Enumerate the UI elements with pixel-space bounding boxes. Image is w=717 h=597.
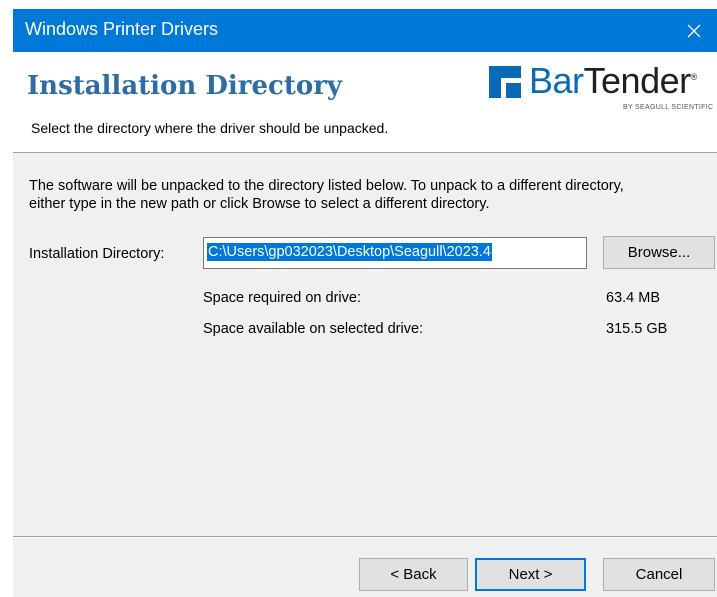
logo-word-tender: Tender [583,60,692,101]
bartender-logo-mark-icon [489,66,521,98]
header-panel: Installation Directory Select the direct… [13,52,717,153]
back-button[interactable]: < Back [359,558,468,591]
window-title: Windows Printer Drivers [25,19,219,39]
logo-wordmark: BarTender® [529,60,697,102]
space-available-label: Space available on selected drive: [203,321,424,337]
next-button[interactable]: Next > [475,558,586,591]
installation-directory-label: Installation Directory: [29,246,165,262]
installer-dialog: Windows Printer Drivers Installation Dir… [13,9,717,597]
close-button[interactable] [671,9,717,52]
page-title: Installation Directory [27,71,342,101]
page-subtitle: Select the directory where the driver sh… [31,120,389,136]
logo-registered-mark: ® [690,72,698,82]
description-line-1: The software will be unpacked to the dir… [29,178,624,194]
space-required-value: 63.4 MB [606,290,660,306]
footer-divider [13,536,717,538]
description-line-2: either type in the new path or click Bro… [29,196,490,212]
title-bar[interactable]: Windows Printer Drivers [13,9,717,52]
space-required-label: Space required on drive: [203,290,361,306]
bartender-logo: BarTender® BY SEAGULL SCIENTIFIC [485,58,717,120]
logo-word-bar: Bar [529,60,584,101]
description-text: The software will be unpacked to the dir… [29,177,717,213]
close-icon [687,24,701,37]
directory-path-selected-text: C:\Users\gp032023\Desktop\Seagull\2023.4 [207,243,492,261]
logo-tagline: BY SEAGULL SCIENTIFIC [623,104,714,111]
cancel-button[interactable]: Cancel [603,558,715,591]
installation-directory-input[interactable]: C:\Users\gp032023\Desktop\Seagull\2023.4 [203,237,587,269]
browse-button[interactable]: Browse... [603,236,715,269]
space-available-value: 315.5 GB [606,321,668,337]
